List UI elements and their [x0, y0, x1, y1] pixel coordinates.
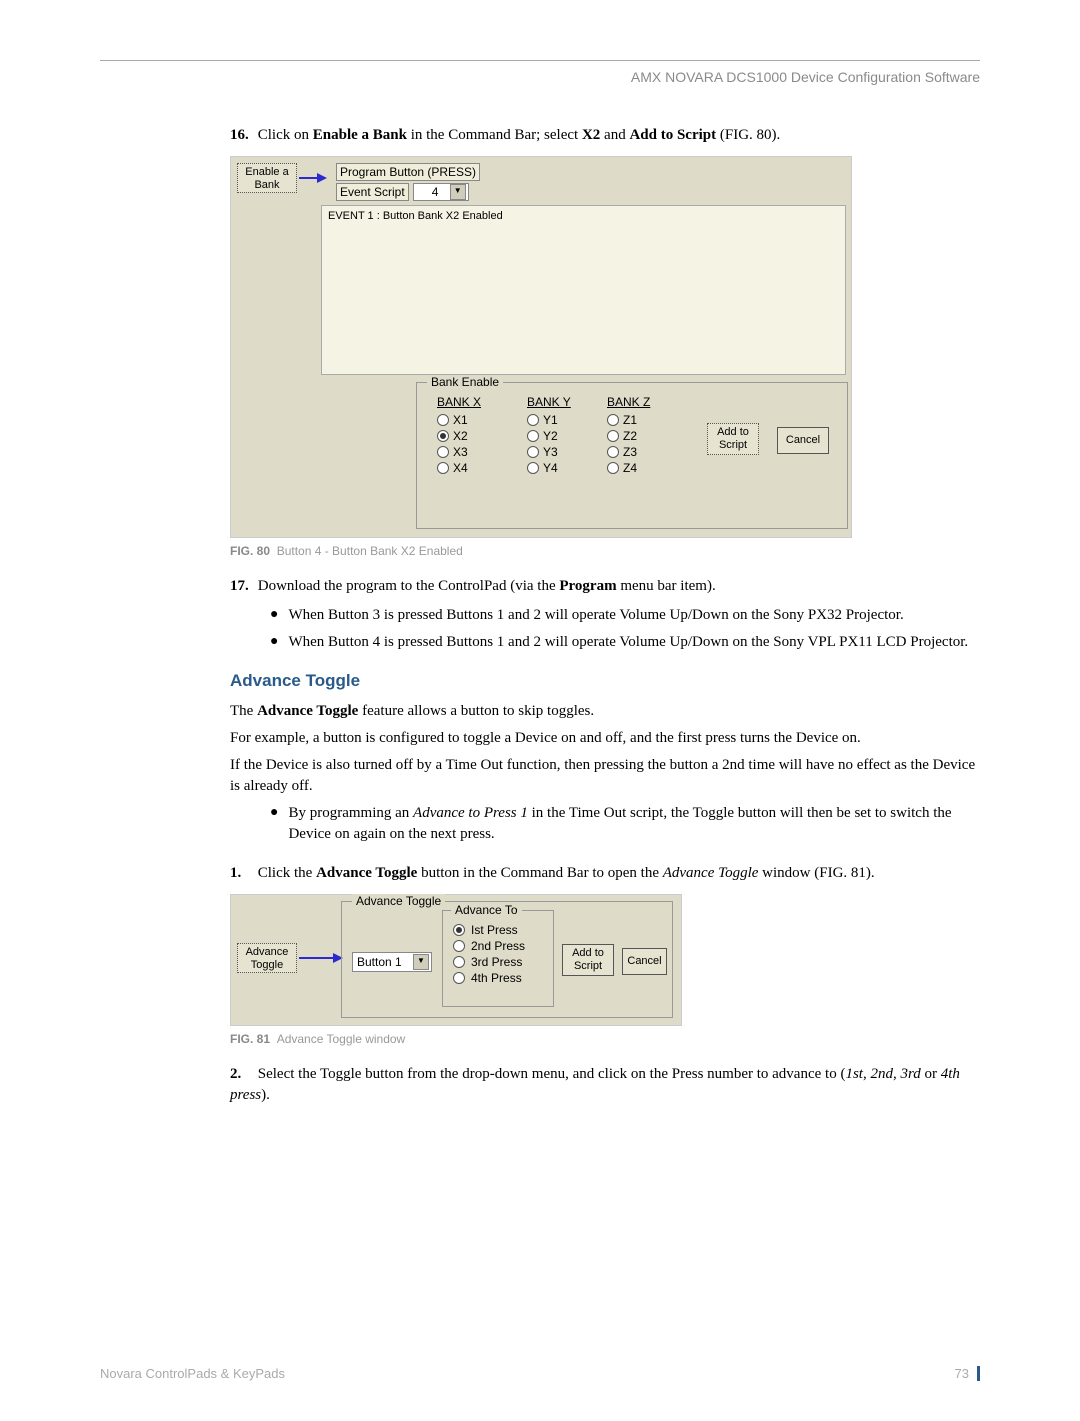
radio-y1[interactable]: Y1 — [527, 413, 597, 427]
figure-80-caption: FIG. 80 Button 4 - Button Bank X2 Enable… — [230, 544, 980, 558]
para-1: The Advance Toggle feature allows a butt… — [230, 701, 980, 722]
radio-2nd-press[interactable]: 2nd Press — [453, 939, 547, 953]
advance-toggle-button[interactable]: Advance Toggle — [237, 943, 297, 973]
button-select[interactable]: Button 1 ▼ — [352, 952, 432, 972]
radio-z2[interactable]: Z2 — [607, 429, 677, 443]
bank-y-col: BANK Y Y1 Y2 Y3 Y4 — [527, 395, 597, 477]
radio-1st-press[interactable]: Ist Press — [453, 923, 547, 937]
add-to-script-button[interactable]: Add to Script — [562, 944, 614, 976]
header-title: AMX NOVARA DCS1000 Device Configuration … — [100, 69, 980, 85]
enable-a-bank-button[interactable]: Enable a Bank — [237, 163, 297, 193]
page-number: 73 — [955, 1366, 969, 1381]
radio-z3[interactable]: Z3 — [607, 445, 677, 459]
cancel-button[interactable]: Cancel — [777, 427, 829, 454]
advance-toggle-group: Advance Toggle Button 1 ▼ Advance To Ist… — [341, 901, 673, 1018]
arrow-head-icon — [317, 173, 327, 183]
radio-x1[interactable]: X1 — [437, 413, 507, 427]
step-17: 17. Download the program to the ControlP… — [230, 576, 980, 597]
arrow-line — [299, 957, 335, 959]
cancel-button[interactable]: Cancel — [622, 948, 667, 975]
add-to-script-button[interactable]: Add to Script — [707, 423, 759, 455]
figure-81: Advance Toggle Advance Toggle Button 1 ▼… — [230, 894, 682, 1026]
advance-to-group: Advance To Ist Press 2nd Press 3rd Press… — [442, 910, 554, 1007]
footer-left: Novara ControlPads & KeyPads — [100, 1366, 285, 1381]
step-16: 16. Click on Enable a Bank in the Comman… — [230, 125, 980, 146]
arrow-line — [299, 177, 319, 179]
radio-y2[interactable]: Y2 — [527, 429, 597, 443]
radio-4th-press[interactable]: 4th Press — [453, 971, 547, 985]
section-advance-toggle: Advance Toggle — [230, 671, 980, 691]
radio-x3[interactable]: X3 — [437, 445, 507, 459]
para-3: If the Device is also turned off by a Ti… — [230, 755, 980, 797]
advance-bullet: ● By programming an Advance to Press 1 i… — [270, 803, 980, 845]
radio-x4[interactable]: X4 — [437, 461, 507, 475]
event-script-label: Event Script — [336, 183, 409, 201]
radio-y4[interactable]: Y4 — [527, 461, 597, 475]
radio-z1[interactable]: Z1 — [607, 413, 677, 427]
step-17-bullets: ●When Button 3 is pressed Buttons 1 and … — [270, 605, 980, 653]
step-1: 1. Click the Advance Toggle button in th… — [230, 863, 980, 884]
bank-z-col: BANK Z Z1 Z2 Z3 Z4 — [607, 395, 677, 477]
para-2: For example, a button is configured to t… — [230, 728, 980, 749]
radio-x2[interactable]: X2 — [437, 429, 507, 443]
radio-y3[interactable]: Y3 — [527, 445, 597, 459]
chevron-down-icon: ▼ — [413, 954, 429, 970]
bank-x-col: BANK X X1 X2 X3 X4 — [437, 395, 507, 477]
radio-z4[interactable]: Z4 — [607, 461, 677, 475]
chevron-down-icon: ▼ — [450, 184, 466, 200]
step-2: 2. Select the Toggle button from the dro… — [230, 1064, 980, 1106]
event-list[interactable]: EVENT 1 : Button Bank X2 Enabled — [321, 205, 846, 375]
program-button-label: Program Button (PRESS) — [336, 163, 480, 181]
figure-80: Enable a Bank Program Button (PRESS) Eve… — [230, 156, 852, 538]
figure-81-caption: FIG. 81 Advance Toggle window — [230, 1032, 980, 1046]
event-script-select[interactable]: 4 ▼ — [413, 183, 469, 201]
radio-3rd-press[interactable]: 3rd Press — [453, 955, 547, 969]
bank-enable-group: Bank Enable BANK X X1 X2 X3 X4 BANK Y Y1… — [416, 382, 848, 529]
